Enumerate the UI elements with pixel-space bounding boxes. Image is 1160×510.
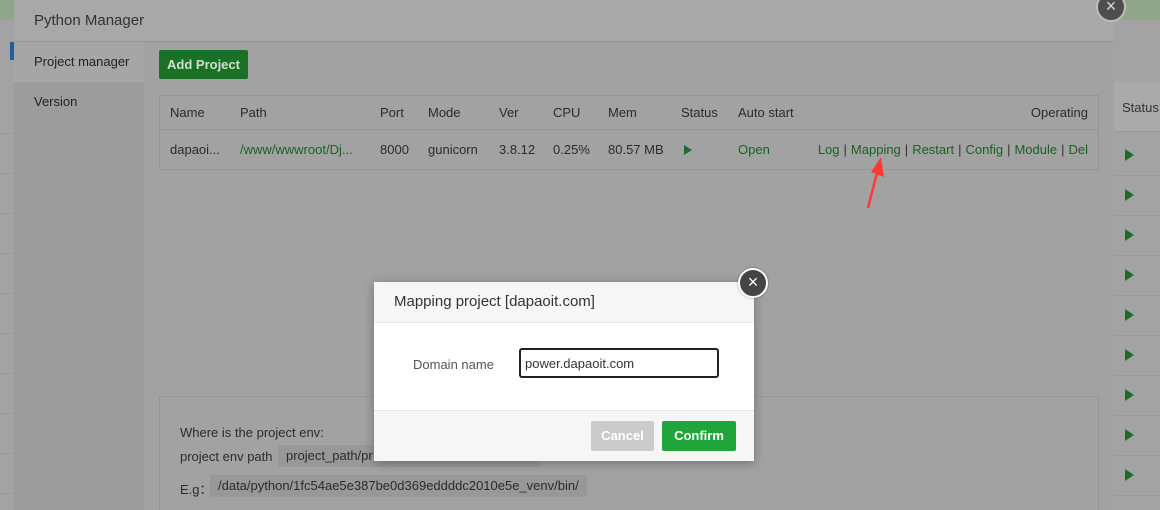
column-header-status: Status	[681, 105, 718, 120]
play-icon[interactable]	[1125, 389, 1134, 401]
background-divider	[0, 333, 14, 334]
status-cell	[684, 130, 692, 169]
dialog-title: Python Manager	[34, 12, 145, 29]
background-divider	[0, 253, 14, 254]
background-divider	[0, 133, 14, 134]
separator: |	[1007, 142, 1011, 157]
domain-name-label: Domain name	[413, 357, 494, 372]
restart-link[interactable]: Restart	[912, 142, 954, 157]
column-header-operating: Operating	[1030, 105, 1088, 120]
annotation-arrow-icon	[866, 157, 884, 209]
operations-cell: Log | Mapping | Restart | Config | Module | Del	[818, 130, 1088, 169]
background-divider	[0, 373, 14, 374]
log-link[interactable]: Log	[818, 142, 840, 157]
project-port: 8000	[380, 142, 409, 157]
column-header-path: Path	[240, 105, 267, 120]
play-icon[interactable]	[1125, 309, 1134, 321]
mapping-dialog-title: Mapping project [dapaoit.com]	[394, 293, 595, 310]
background-row-line	[1114, 215, 1160, 216]
confirm-button[interactable]: Confirm	[662, 421, 736, 451]
mapping-dialog: Mapping project [dapaoit.com] Domain nam…	[374, 282, 754, 461]
project-version: 3.8.12	[499, 142, 536, 157]
sidebar-item-label: Project manager	[34, 54, 130, 69]
cancel-button[interactable]: Cancel	[591, 421, 654, 451]
background-divider	[0, 173, 14, 174]
project-mem: 80.57 MB	[608, 142, 664, 157]
background-divider	[0, 453, 14, 454]
play-icon[interactable]	[1125, 349, 1134, 361]
column-header-mode: Mode	[428, 105, 461, 120]
separator: |	[1061, 142, 1065, 157]
separator: |	[843, 142, 847, 157]
mapping-dialog-header: Mapping project [dapaoit.com]	[374, 282, 754, 323]
mapping-dialog-body: Domain name	[374, 323, 754, 410]
project-table: Name Path Port Mode Ver CPU Mem Status A…	[159, 95, 1099, 170]
background-divider	[0, 293, 14, 294]
module-link[interactable]: Module	[1014, 142, 1057, 157]
domain-name-input[interactable]	[519, 348, 719, 378]
sidebar-item-version[interactable]: Version	[14, 82, 144, 122]
project-path-link[interactable]: /www/wwwroot/Dj...	[240, 130, 353, 169]
column-header-auto-start: Auto start	[738, 105, 794, 120]
play-icon[interactable]	[1125, 429, 1134, 441]
background-divider	[0, 413, 14, 414]
add-project-button[interactable]: Add Project	[159, 50, 248, 79]
env-question: Where is the project env:	[180, 425, 324, 440]
column-header-mem: Mem	[608, 105, 637, 120]
play-icon[interactable]	[1125, 469, 1134, 481]
project-mode: gunicorn	[428, 142, 478, 157]
dialog-header: Python Manager	[14, 0, 1114, 42]
sidebar-item-label: Version	[34, 94, 78, 109]
column-header-ver: Ver	[499, 105, 519, 120]
auto-start-toggle[interactable]: Open	[738, 130, 770, 169]
table-header: Name Path Port Mode Ver CPU Mem Status A…	[160, 96, 1098, 130]
sidebar-item-project-manager[interactable]: Project manager	[14, 42, 144, 82]
project-cpu: 0.25%	[553, 142, 590, 157]
play-icon[interactable]	[684, 144, 692, 155]
background-row-line	[1114, 375, 1160, 376]
background-row-line	[1114, 255, 1160, 256]
delete-link[interactable]: Del	[1068, 142, 1088, 157]
play-icon[interactable]	[1125, 229, 1134, 241]
column-header-cpu: CPU	[553, 105, 581, 120]
background-divider	[0, 493, 14, 494]
env-example-label: E.g：	[180, 482, 213, 497]
background-row-line	[1114, 495, 1160, 496]
env-path-label: project env path	[180, 449, 273, 464]
config-link[interactable]: Config	[965, 142, 1003, 157]
background-status-label: Status	[1122, 100, 1159, 115]
play-icon[interactable]	[1125, 189, 1134, 201]
background-row-line	[1114, 295, 1160, 296]
column-header-name: Name	[170, 105, 205, 120]
column-header-port: Port	[380, 105, 404, 120]
separator: |	[958, 142, 962, 157]
play-icon[interactable]	[1125, 149, 1134, 161]
mapping-dialog-footer: Cancel Confirm	[374, 410, 754, 461]
play-icon[interactable]	[1125, 269, 1134, 281]
background-row-line	[1114, 415, 1160, 416]
sidebar: Project manager Version	[14, 42, 144, 510]
background-divider	[0, 213, 14, 214]
background-row-line	[1114, 455, 1160, 456]
separator: |	[904, 142, 909, 157]
background-row-line	[1114, 175, 1160, 176]
project-name: dapaoi...	[170, 142, 220, 157]
table-row: dapaoi... /www/wwwroot/Dj... 8000 gunico…	[160, 130, 1098, 169]
close-icon[interactable]: ×	[738, 268, 768, 298]
env-example-value: /data/python/1fc54ae5e387be0d369eddddc20…	[210, 475, 587, 497]
background-row-line	[1114, 335, 1160, 336]
